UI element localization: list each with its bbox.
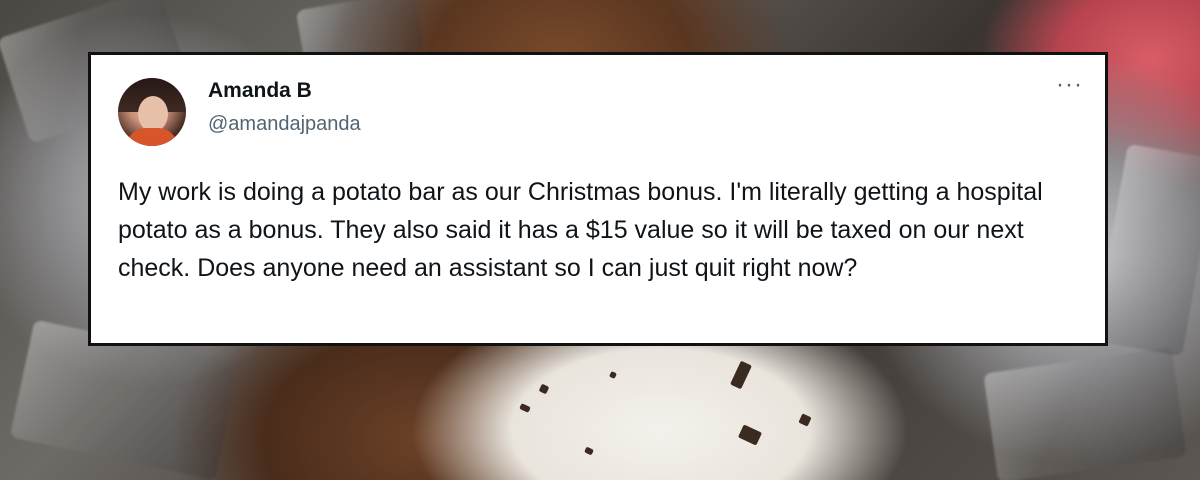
avatar-shirt xyxy=(126,128,178,146)
background-photo: Amanda B @amandajpanda ··· My work is do… xyxy=(0,0,1200,480)
topping-fleck xyxy=(538,383,550,395)
foil-fold xyxy=(1093,143,1200,357)
author-handle[interactable]: @amandajpanda xyxy=(208,113,361,136)
topping-fleck xyxy=(584,446,594,456)
topping-fleck xyxy=(519,403,531,413)
author-name[interactable]: Amanda B xyxy=(208,79,312,103)
topping-fleck xyxy=(609,371,617,379)
foil-fold xyxy=(983,347,1187,480)
more-options-icon[interactable]: ··· xyxy=(1056,73,1083,97)
tweet-text: My work is doing a potato bar as our Chr… xyxy=(118,178,1043,282)
topping-fleck xyxy=(798,413,812,427)
tweet-card: Amanda B @amandajpanda ··· My work is do… xyxy=(88,52,1108,346)
avatar[interactable] xyxy=(118,78,186,146)
topping-fleck xyxy=(730,360,752,390)
topping-fleck xyxy=(737,424,763,446)
avatar-face xyxy=(138,96,168,132)
